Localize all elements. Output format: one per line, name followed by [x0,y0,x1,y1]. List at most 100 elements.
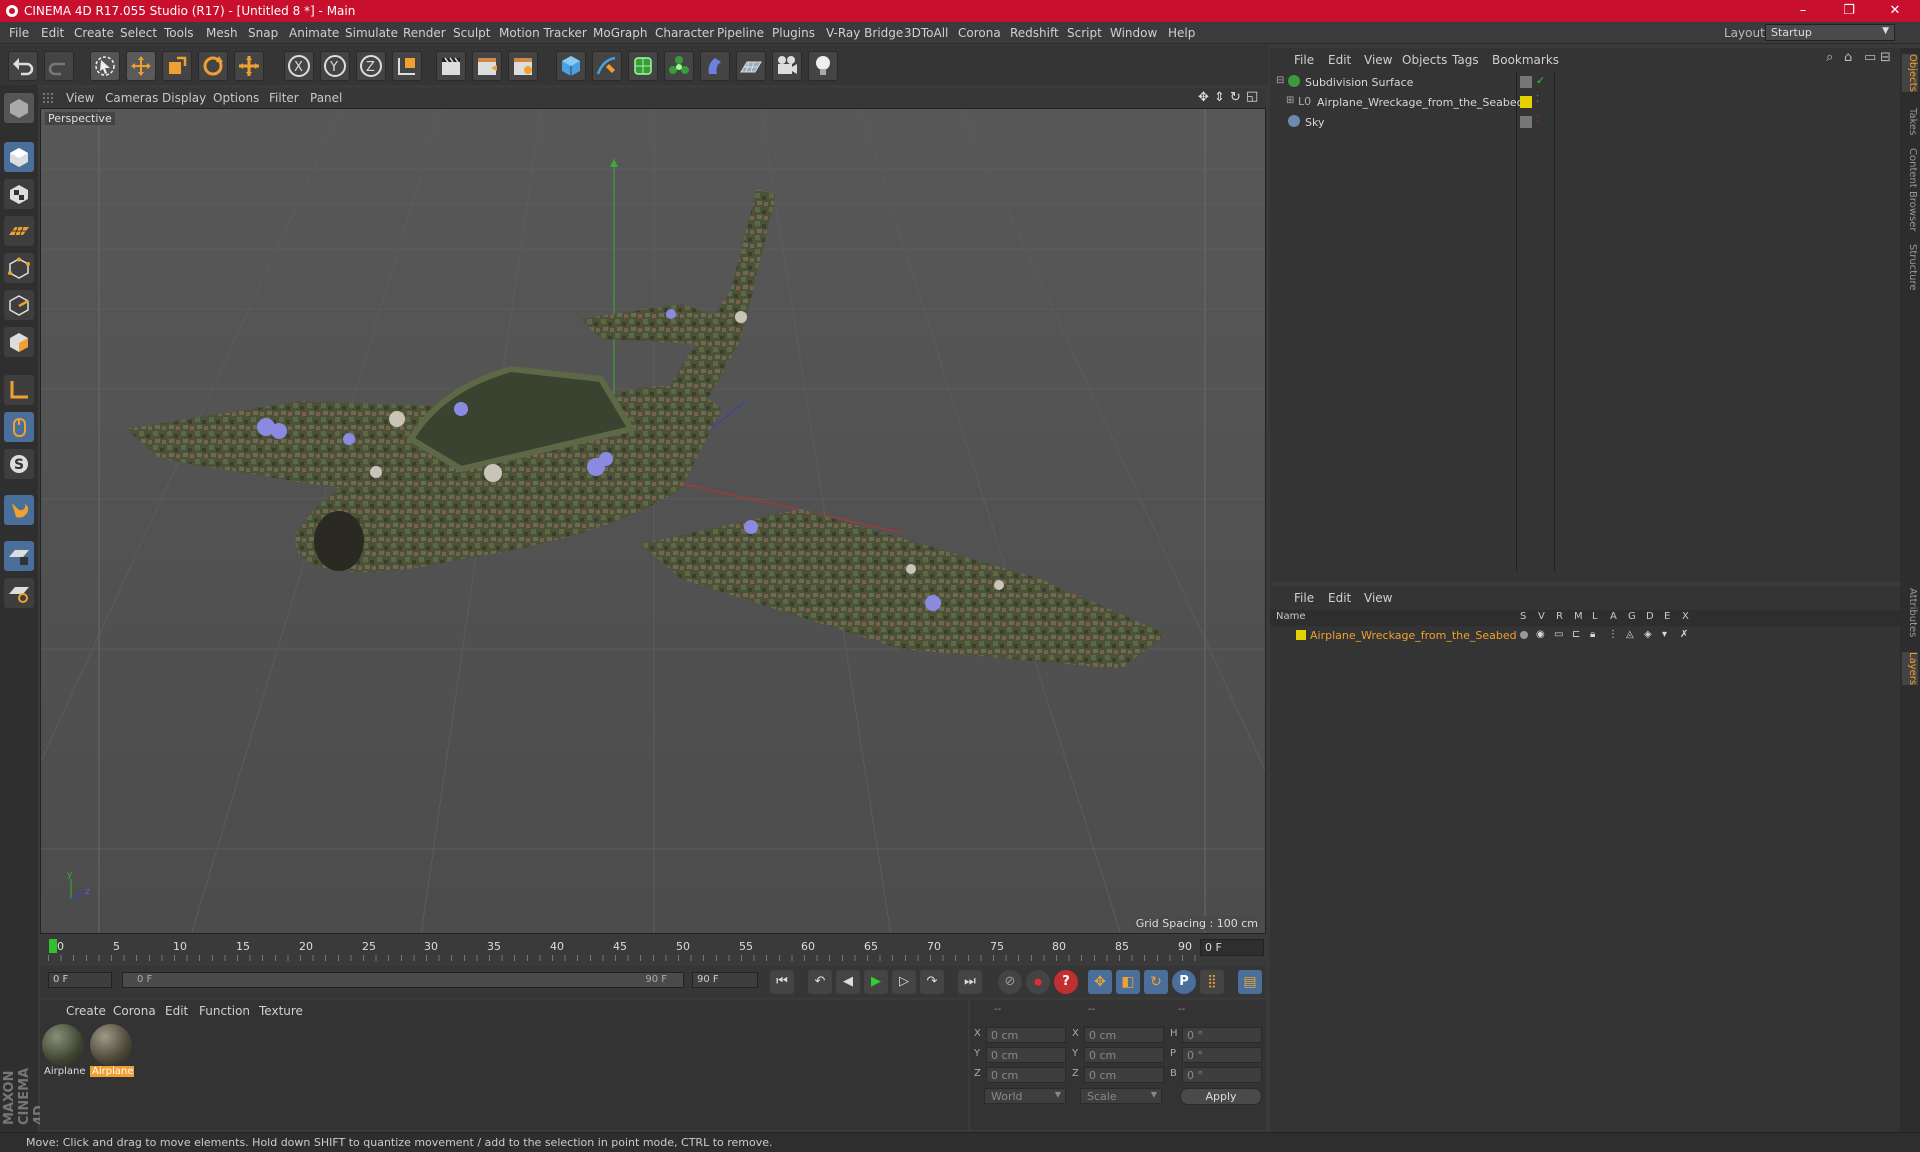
next-key-icon[interactable]: ↷ [920,970,944,994]
animation-icon[interactable]: ⋮ [1608,629,1618,640]
object-menu-view[interactable]: View [1364,53,1392,67]
object-menu-file[interactable]: File [1294,53,1314,67]
layer-menu-view[interactable]: View [1364,591,1392,605]
xref-icon[interactable]: ✗ [1680,629,1688,640]
restore-button[interactable]: ❐ [1826,0,1872,22]
key-rotation-icon[interactable]: ↻ [1144,970,1168,994]
apply-button[interactable]: Apply [1180,1088,1262,1105]
key-scale-icon[interactable]: ◧ [1116,970,1140,994]
menu-create[interactable]: Create [74,26,114,40]
material-menu-edit[interactable]: Edit [165,1004,188,1018]
layout-dropdown[interactable]: Startup ▼ [1765,24,1895,41]
end-frame-field[interactable]: 90 F [692,972,758,988]
close-button[interactable]: ✕ [1872,0,1918,22]
menu-corona[interactable]: Corona [958,26,1001,40]
menu-tools[interactable]: Tools [164,26,194,40]
manager-icon[interactable]: ⊏ [1572,629,1580,640]
home-icon[interactable]: ⌂ [1844,50,1852,65]
layer-color-swatch[interactable] [1296,630,1306,640]
rotation-p-field[interactable] [1182,1047,1262,1063]
search-icon[interactable]: ⌕ [1826,50,1833,65]
size-x-field[interactable] [1084,1027,1164,1043]
viewport-rotate-icon[interactable]: ↻ [1230,90,1241,105]
menu-vray-bridge[interactable]: V-Ray Bridge [826,26,903,40]
material-menu-create[interactable]: Create [66,1004,106,1018]
menu-script[interactable]: Script [1067,26,1102,40]
move-button[interactable] [126,51,156,81]
menu-redshift[interactable]: Redshift [1010,26,1059,40]
live-selection-button[interactable] [90,51,120,81]
timeline-window-icon[interactable]: ▤ [1238,970,1262,994]
viewport-maximize-icon[interactable]: ◱ [1246,89,1258,104]
light-button[interactable] [808,51,838,81]
menu-motion-tracker[interactable]: Motion Tracker [499,26,587,40]
size-y-field[interactable] [1084,1047,1164,1063]
viewport-move-icon[interactable]: ✥ [1198,90,1209,105]
pen-spline-button[interactable] [592,51,622,81]
floor-button[interactable] [736,51,766,81]
edges-mode-button[interactable] [4,290,34,320]
menu-3dtoall[interactable]: 3DToAll [904,26,948,40]
key-parameter-icon[interactable]: P [1172,970,1196,994]
start-frame-field[interactable]: 0 F [48,972,112,988]
position-z-field[interactable] [986,1067,1066,1083]
enabled-check-icon[interactable]: ✓ [1536,74,1545,87]
menu-character[interactable]: Character [655,26,714,40]
rotation-b-field[interactable] [1182,1067,1262,1083]
menu-pipeline[interactable]: Pipeline [717,26,764,40]
deformer-button[interactable] [700,51,730,81]
layer-chip[interactable] [1520,116,1532,128]
deformer-icon[interactable]: ◈ [1644,629,1652,640]
autokey-icon[interactable]: ? [1054,970,1078,994]
generator-icon[interactable]: ◬ [1626,629,1634,640]
viewport-menu-panel[interactable]: Panel [310,91,342,105]
tab-takes[interactable]: Takes [1902,108,1918,135]
position-x-field[interactable] [986,1027,1066,1043]
previous-key-icon[interactable]: ↶ [808,970,832,994]
world-dropdown[interactable]: World ▼ [984,1088,1066,1104]
x-axis-button[interactable]: X [284,51,314,81]
motion-record-icon[interactable]: ⊘ [998,970,1022,994]
render-to-picture-viewer-button[interactable] [472,51,502,81]
visibility-dots-icon[interactable]: ⁚ [1536,114,1539,125]
tab-content-browser[interactable]: Content Browser [1902,148,1918,231]
layer-chip[interactable] [1520,76,1532,88]
tab-layers[interactable]: Layers [1902,652,1918,686]
perspective-viewport[interactable]: y z Perspective Grid Spacing : 100 cm [40,108,1266,934]
eye-icon[interactable]: ◉ [1536,629,1545,640]
object-menu-objects[interactable]: Objects [1402,53,1447,67]
render-icon[interactable]: ▭ [1554,629,1563,640]
expand-icon[interactable]: ⊞ [1286,95,1294,106]
record-active-icon[interactable]: ⏺ [1026,970,1050,994]
viewport-zoom-icon[interactable]: ⇕ [1214,90,1225,105]
maximize-panel-icon[interactable]: ⊟ [1880,50,1891,65]
layer-menu-edit[interactable]: Edit [1328,591,1351,605]
rotate-button[interactable] [198,51,228,81]
current-frame-field[interactable]: 0 F [1200,939,1264,956]
planar-workplane-button[interactable] [4,578,34,608]
transform-button[interactable] [234,51,264,81]
viewport-menu-view[interactable]: View [66,91,94,105]
tweak-mode-button[interactable] [4,412,34,442]
playhead[interactable] [49,939,57,953]
object-menu-tags[interactable]: Tags [1452,53,1479,67]
render-settings-button[interactable] [508,51,538,81]
object-menu-bookmarks[interactable]: Bookmarks [1492,53,1559,67]
menu-mesh[interactable]: Mesh [206,26,238,40]
scale-dropdown[interactable]: Scale ▼ [1080,1088,1162,1104]
polygons-mode-button[interactable] [4,327,34,357]
tab-structure[interactable]: Structure [1902,244,1918,291]
key-pla-icon[interactable]: ⣿ [1200,970,1224,994]
menu-plugins[interactable]: Plugins [772,26,815,40]
expression-icon[interactable]: ▾ [1662,629,1667,640]
solo-toggle[interactable] [1520,631,1528,639]
material-thumb[interactable]: Airplane [42,1024,86,1082]
z-axis-button[interactable]: Z [356,51,386,81]
play-icon[interactable]: ▶ [864,970,888,994]
model-mode-button[interactable] [4,142,34,172]
layer-color-chip[interactable] [1520,96,1532,108]
enable-axis-button[interactable] [4,375,34,405]
tab-objects[interactable]: Objects [1902,54,1918,92]
go-to-start-icon[interactable]: ⏮ [770,970,794,994]
menu-edit[interactable]: Edit [41,26,64,40]
